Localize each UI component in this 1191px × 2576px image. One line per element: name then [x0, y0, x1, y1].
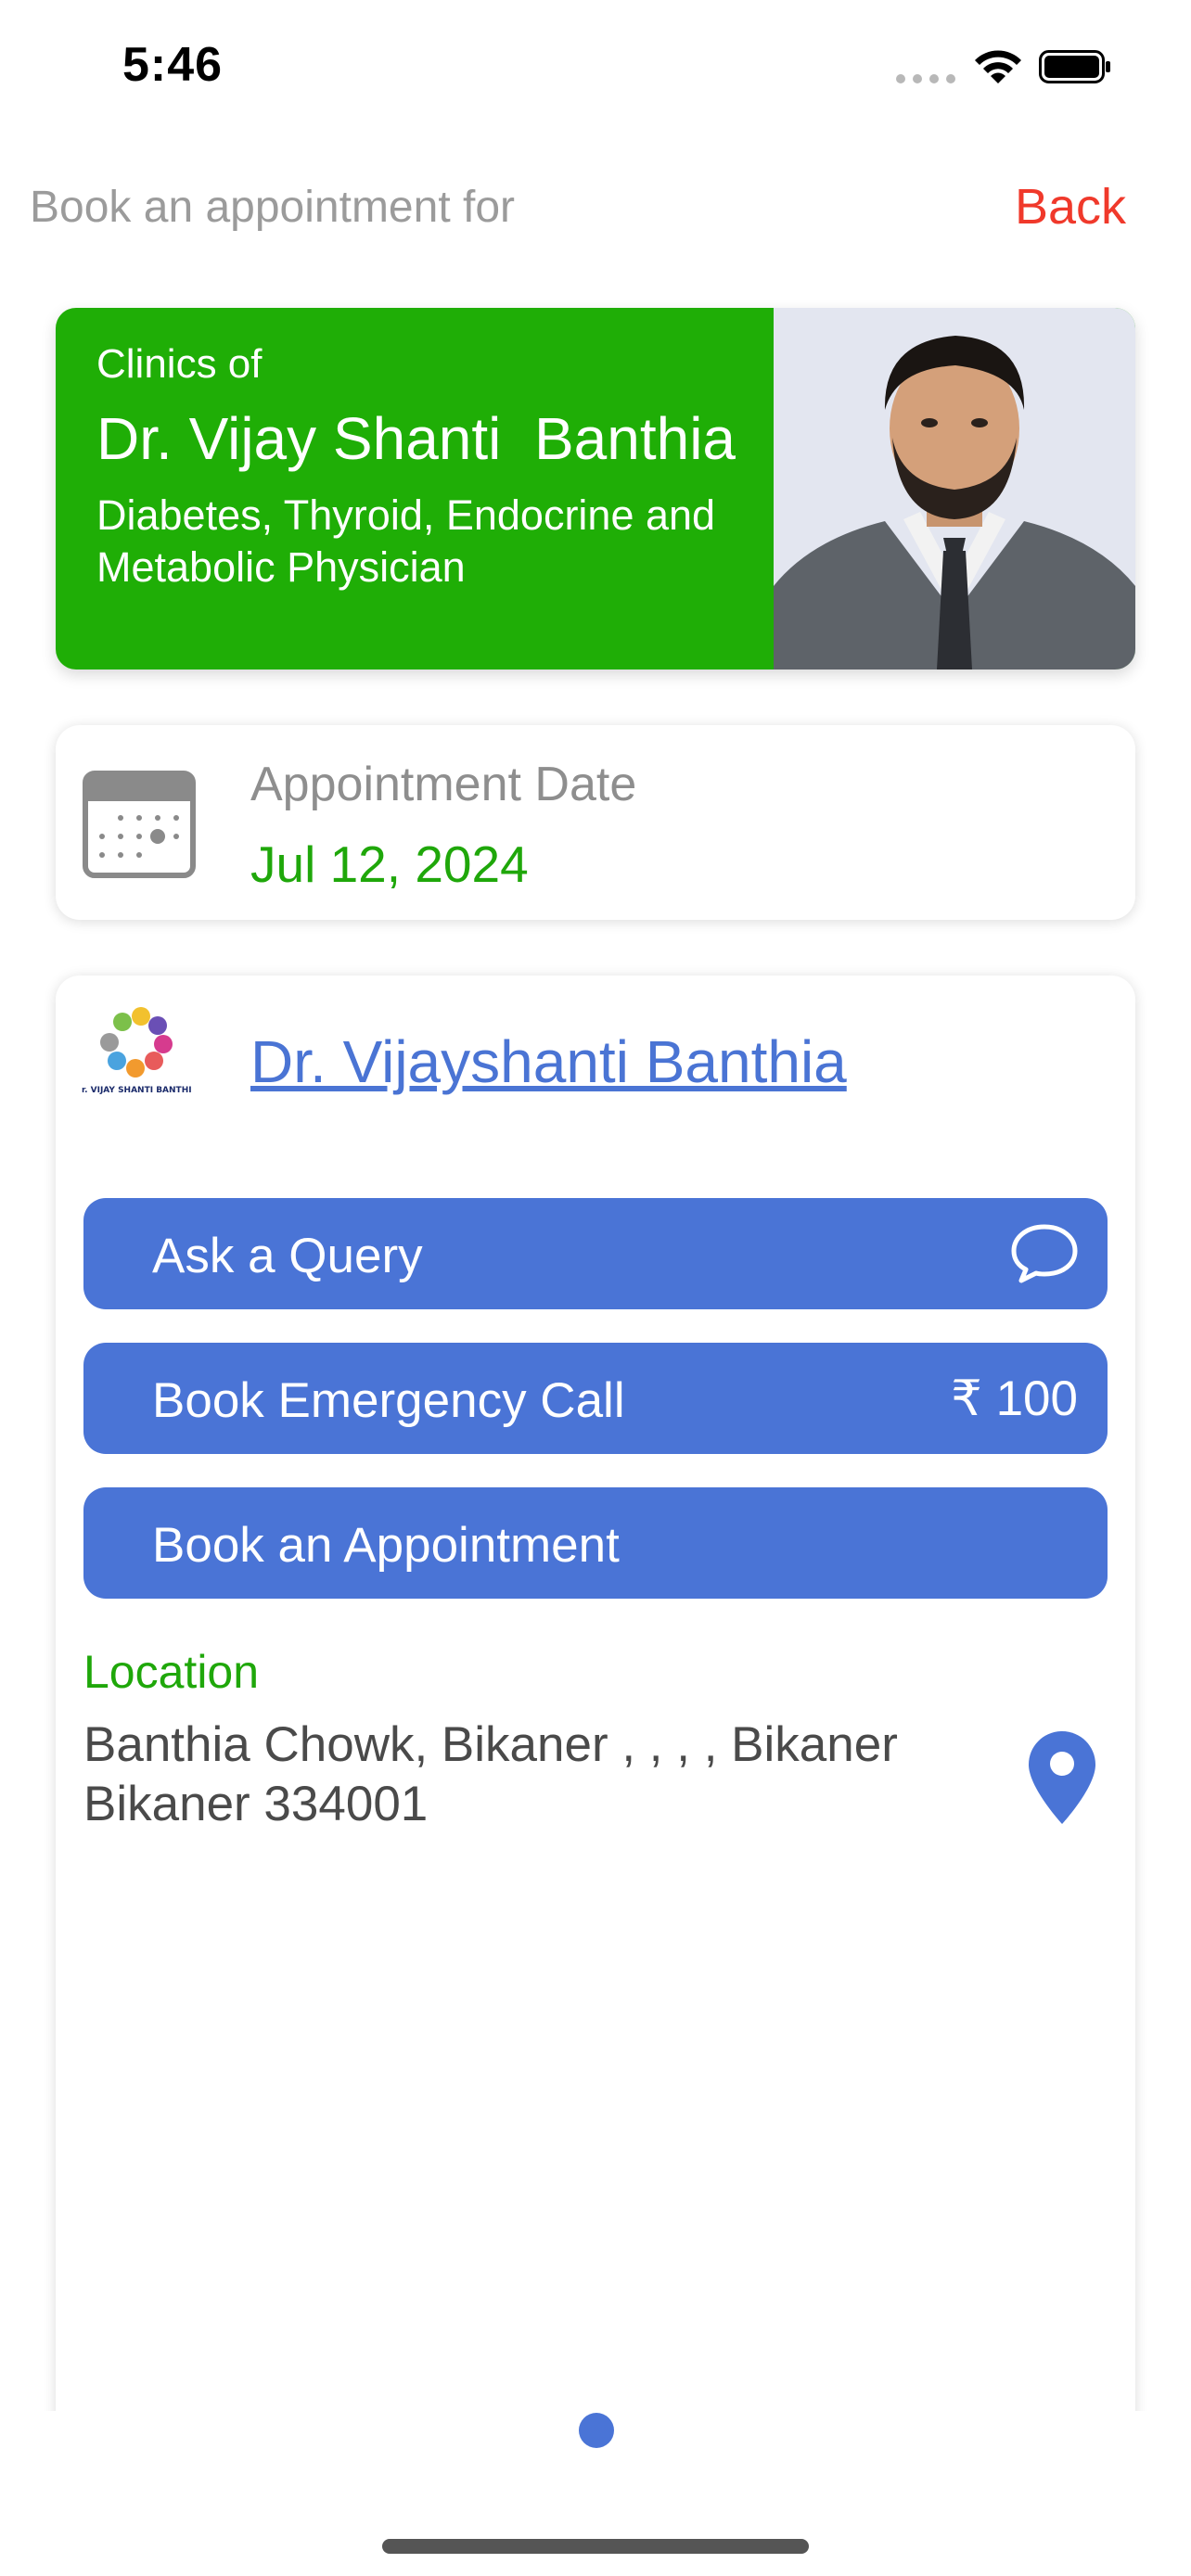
clinic-logo: Dr. VIJAY SHANTI BANTHIA — [82, 1007, 191, 1095]
svg-text:Dr. VIJAY SHANTI BANTHIA: Dr. VIJAY SHANTI BANTHIA — [82, 1086, 191, 1095]
doctor-photo — [774, 308, 1135, 670]
location-address: Banthia Chowk, Bikaner , , , , Bikaner B… — [83, 1717, 898, 1831]
status-time: 5:46 — [122, 38, 224, 92]
ask-query-label: Ask a Query — [152, 1229, 423, 1283]
page-indicator-dot — [579, 2413, 614, 2448]
cellular-signal-icon — [896, 74, 955, 83]
home-indicator[interactable] — [382, 2539, 809, 2554]
battery-icon — [1039, 50, 1110, 83]
page-title: Book an appointment for — [30, 183, 516, 232]
appointment-date-value[interactable]: Jul 12, 2024 — [250, 835, 529, 894]
emergency-call-label: Book Emergency Call — [152, 1373, 625, 1428]
clinic-card: Dr. VIJAY SHANTI BANTHIA Dr. Vijayshanti… — [56, 976, 1135, 2422]
clinics-of-label: Clinics of — [96, 341, 263, 387]
location-label: Location — [83, 1646, 260, 1698]
book-emergency-call-button[interactable]: Book Emergency Call ₹ 100 — [83, 1343, 1108, 1454]
doctor-card: Clinics of Dr. Vijay Shanti Banthia Diab… — [56, 308, 1135, 670]
book-appointment-button[interactable]: Book an Appointment — [83, 1487, 1108, 1599]
clinic-name-link[interactable]: Dr. Vijayshanti Banthia — [250, 1027, 847, 1096]
emergency-call-price: ₹ 100 — [951, 1371, 1078, 1426]
appointment-date-card[interactable]: Appointment Date Jul 12, 2024 — [56, 725, 1135, 920]
book-appointment-label: Book an Appointment — [152, 1518, 620, 1573]
chat-bubble-icon — [1011, 1224, 1078, 1283]
doctor-name: Dr. Vijay Shanti Banthia — [96, 405, 736, 472]
appointment-date-label: Appointment Date — [250, 758, 637, 811]
wifi-icon — [975, 50, 1021, 83]
ask-query-button[interactable]: Ask a Query — [83, 1198, 1108, 1309]
back-button[interactable]: Back — [1015, 178, 1126, 236]
doctor-specialty: Diabetes, Thyroid, Endocrine and Metabol… — [96, 491, 716, 591]
location-pin-icon[interactable] — [1026, 1728, 1098, 1827]
calendar-icon — [83, 771, 196, 878]
